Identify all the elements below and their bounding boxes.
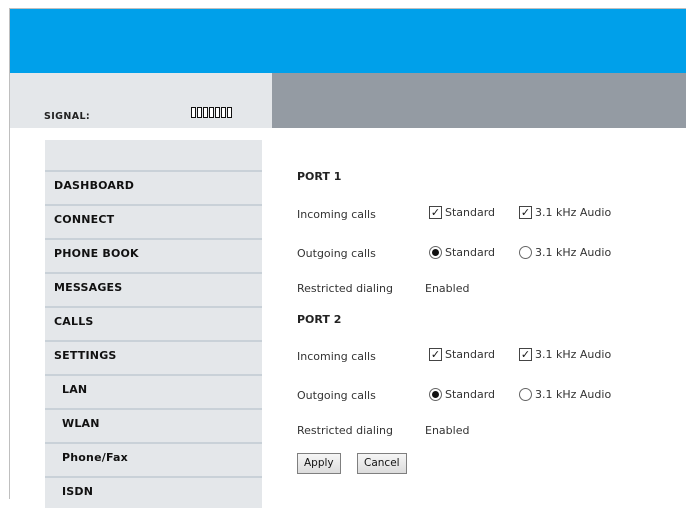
apply-button[interactable]: Apply — [297, 453, 341, 474]
port-1-outgoing-audio-radio[interactable]: 3.1 kHz Audio — [519, 246, 611, 259]
signal-bar — [221, 107, 226, 118]
option-label: Standard — [445, 348, 496, 361]
signal-strength-meter — [191, 107, 232, 118]
sidebar-item-connect[interactable]: CONNECT — [45, 204, 262, 236]
cancel-button[interactable]: Cancel — [357, 453, 407, 474]
sidebar-item-dashboard[interactable]: DASHBOARD — [45, 170, 262, 202]
radio-unselected-icon — [519, 246, 532, 259]
sidebar-item-phone-book[interactable]: PHONE BOOK — [45, 238, 262, 270]
signal-bar — [209, 107, 214, 118]
port-2-incoming-audio-checkbox[interactable]: ✓ 3.1 kHz Audio — [519, 348, 611, 361]
port-1-title: PORT 1 — [297, 170, 342, 183]
sidebar-item-wlan[interactable]: WLAN — [45, 408, 262, 440]
signal-bar — [191, 107, 196, 118]
port-2-outgoing-audio-radio[interactable]: 3.1 kHz Audio — [519, 388, 611, 401]
checkmark-icon: ✓ — [519, 348, 532, 361]
checkmark-icon: ✓ — [429, 348, 442, 361]
signal-bar — [215, 107, 220, 118]
signal-label: SIGNAL: — [44, 111, 91, 122]
sidebar-item-lan[interactable]: LAN — [45, 374, 262, 406]
port-2-incoming-standard-checkbox[interactable]: ✓ Standard — [429, 348, 495, 361]
port-1-incoming-standard-checkbox[interactable]: ✓ Standard — [429, 206, 495, 219]
sidebar-item-isdn[interactable]: ISDN — [45, 476, 262, 508]
option-label: 3.1 kHz Audio — [535, 246, 612, 259]
port-2-incoming-label: Incoming calls — [297, 350, 376, 363]
option-label: Standard — [445, 246, 496, 259]
sidebar-nav: DASHBOARD CONNECT PHONE BOOK MESSAGES CA… — [45, 140, 262, 508]
signal-bar — [227, 107, 232, 118]
option-label: 3.1 kHz Audio — [535, 206, 612, 219]
signal-bar — [197, 107, 202, 118]
port-1-restricted-label: Restricted dialing — [297, 282, 393, 295]
checkmark-icon: ✓ — [429, 206, 442, 219]
top-banner — [10, 9, 686, 75]
radio-selected-icon — [429, 246, 442, 259]
radio-selected-icon — [429, 388, 442, 401]
port-2-outgoing-label: Outgoing calls — [297, 389, 376, 402]
port-1-restricted-value: Enabled — [425, 282, 470, 295]
option-label: 3.1 kHz Audio — [535, 348, 612, 361]
checkmark-icon: ✓ — [519, 206, 532, 219]
port-1-outgoing-label: Outgoing calls — [297, 247, 376, 260]
signal-bar — [203, 107, 208, 118]
port-2-outgoing-standard-radio[interactable]: Standard — [429, 388, 495, 401]
port-2-restricted-label: Restricted dialing — [297, 424, 393, 437]
port-1-outgoing-standard-radio[interactable]: Standard — [429, 246, 495, 259]
port-1-incoming-label: Incoming calls — [297, 208, 376, 221]
port-1-incoming-audio-checkbox[interactable]: ✓ 3.1 kHz Audio — [519, 206, 611, 219]
option-label: Standard — [445, 206, 496, 219]
sidebar-item-calls[interactable]: CALLS — [45, 306, 262, 338]
sidebar-item-messages[interactable]: MESSAGES — [45, 272, 262, 304]
sidebar-item-settings[interactable]: SETTINGS — [45, 340, 262, 372]
option-label: Standard — [445, 388, 496, 401]
port-2-title: PORT 2 — [297, 313, 342, 326]
option-label: 3.1 kHz Audio — [535, 388, 612, 401]
port-2-restricted-value: Enabled — [425, 424, 470, 437]
radio-unselected-icon — [519, 388, 532, 401]
sidebar-item-phone-fax[interactable]: Phone/Fax — [45, 442, 262, 474]
